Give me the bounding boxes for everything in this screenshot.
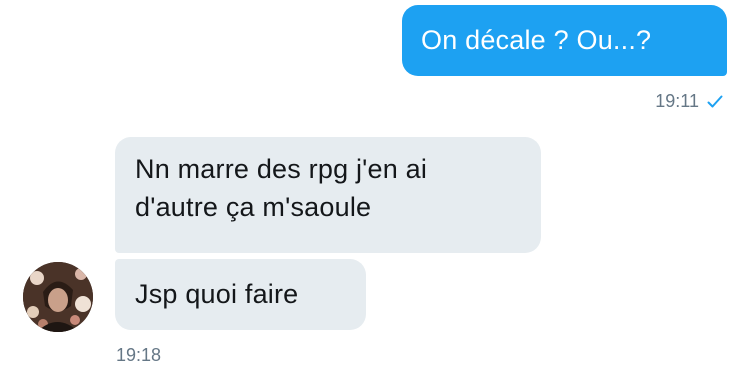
incoming-timestamp: 19:18 — [116, 345, 162, 365]
outgoing-message-meta: 19:11 — [655, 91, 723, 112]
incoming-message-bubble[interactable]: Nn marre des rpg j'en ai d'autre ça m'sa… — [115, 137, 541, 253]
incoming-message-line: Jsp quoi faire — [135, 279, 299, 309]
outgoing-timestamp: 19:11 — [655, 91, 699, 111]
incoming-message-line: Nn marre des rpg j'en ai — [135, 154, 428, 184]
outgoing-message-text: On décale ? Ou...? — [421, 25, 652, 55]
outgoing-message-bubble[interactable]: On décale ? Ou...? — [402, 5, 727, 76]
checkmark-icon — [707, 95, 723, 109]
incoming-message-bubble[interactable]: Jsp quoi faire — [115, 259, 366, 330]
avatar[interactable] — [23, 262, 93, 332]
incoming-message-line: d'autre ça m'saoule — [135, 192, 372, 222]
